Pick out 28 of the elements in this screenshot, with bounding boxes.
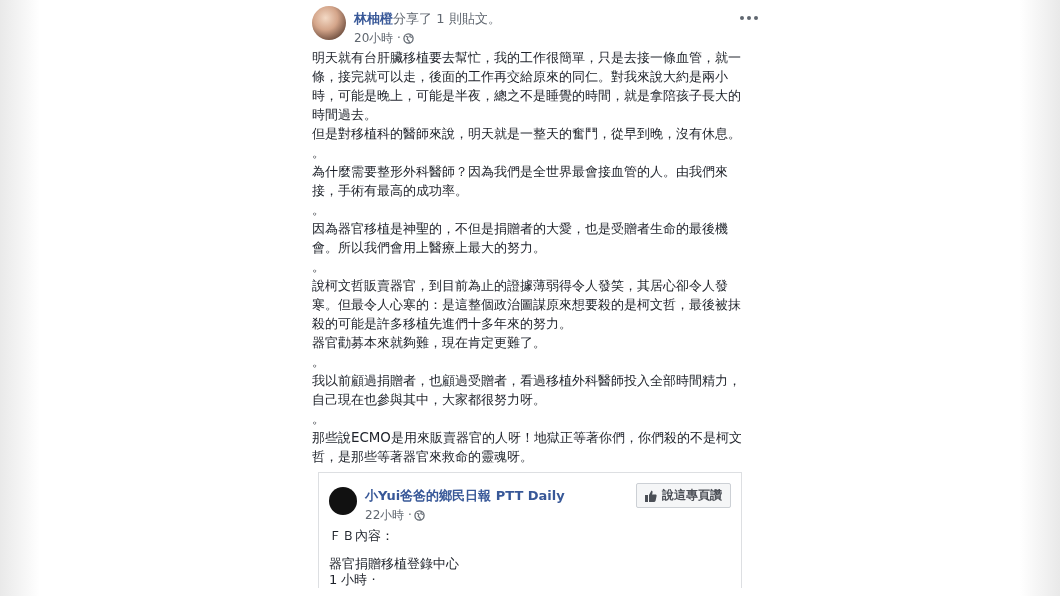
post-paragraph: 但是對移植科的醫師來說，明天就是一整天的奮鬥，從早到晚，沒有休息。 — [312, 125, 742, 143]
shared-post-time[interactable]: 22小時 · — [365, 507, 412, 524]
globe-icon — [413, 510, 425, 521]
author-name[interactable]: 林柚橙 — [354, 10, 393, 28]
post-paragraph: 。 — [312, 144, 326, 162]
post-paragraph: 因為器官移植是神聖的，不但是捐贈者的大愛，也是受贈者生命的最後機會。所以我們會用上醫療上最大的努力。 — [312, 220, 729, 257]
more-options-icon[interactable] — [740, 16, 758, 20]
post-paragraph: 明天就有台肝臟移植要去幫忙，我的工作很簡單，只是去接一條血管，就一條，接完就可以走，後面的工作再交給原來的同仁。對我來說大約是兩小時，可能是晚上，可能是半夜，總之不是睡覺的時間，就是拿陪孩子長大的時間過去。 — [312, 49, 742, 124]
post-paragraph: 。 — [312, 258, 326, 276]
post-paragraph: 那些說ECMO是用來販賣器官的人呀！地獄正等著你們，你們殺的不是柯文哲，是那些等著器官來救命的靈魂呀。 — [312, 429, 743, 466]
post-paragraph: 器官勸募本來就夠難，現在肯定更難了。 — [312, 334, 547, 352]
shared-post-text: 器官捐贈移植登錄中心 — [329, 556, 460, 572]
share-action-text: 分享了 1 則貼文。 — [393, 10, 501, 28]
shared-post-text: ＦＢ內容： — [329, 528, 395, 544]
post-paragraph: 為什麼需要整形外科醫師？因為我們是全世界最會接血管的人。由我們來接，手術有最高的成功率。 — [312, 163, 729, 200]
post-paragraph: 。 — [312, 201, 326, 219]
page-avatar[interactable] — [329, 487, 357, 515]
profile-avatar[interactable] — [312, 6, 346, 40]
post-paragraph: 我以前顧過捐贈者，也顧過受贈者，看過移植外科醫師投入全部時間精力，自己現在也參與其中，大家都很努力呀。 — [312, 372, 742, 409]
thumbs-up-icon — [645, 489, 657, 502]
globe-icon — [402, 33, 414, 44]
page-name[interactable]: 小Yui爸爸的鄉民日報 PTT Daily — [365, 487, 628, 505]
post-paragraph: 說柯文哲販賣器官，到目前為止的證據薄弱得令人發笑，其居心卻令人發寒。但最令人心寒的：是這整個政治圖謀原來想要殺的是柯文哲，最後被抹殺的可能是許多移植先進們十多年來的努力。 — [312, 277, 742, 333]
post-paragraph: 。 — [312, 353, 326, 371]
shared-post-text: 1 小時 · — [329, 572, 377, 588]
like-page-button[interactable]: 說這專頁讚 — [636, 483, 731, 508]
post-time[interactable]: 20小時 · — [354, 30, 401, 47]
post-paragraph: 。 — [312, 410, 326, 428]
